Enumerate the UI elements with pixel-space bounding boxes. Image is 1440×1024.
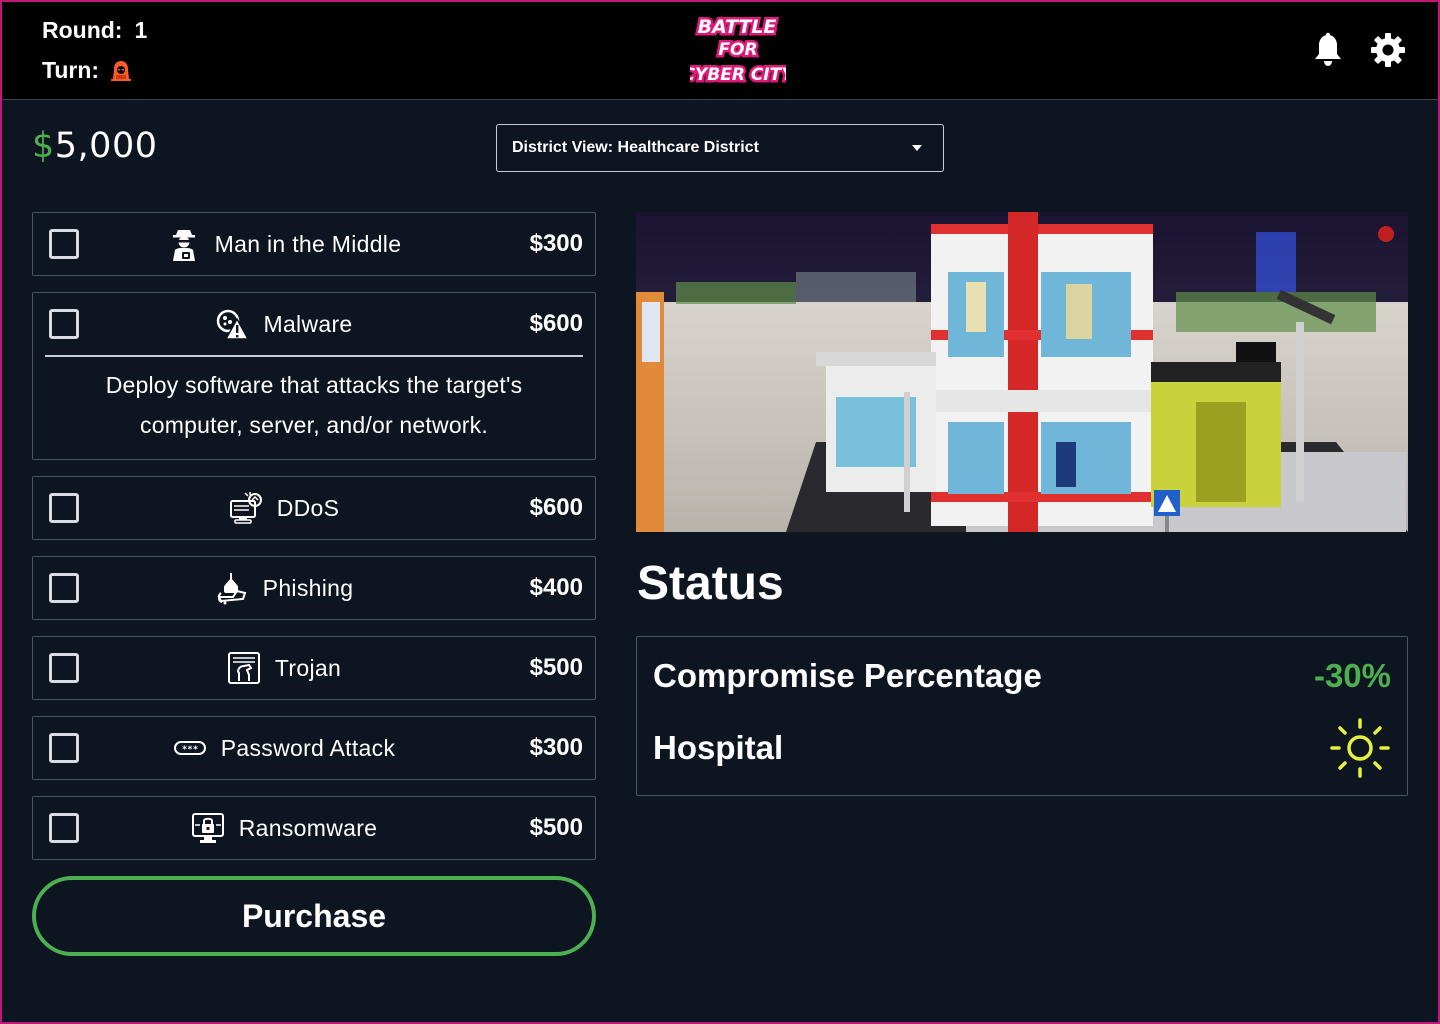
sun-icon [1330,718,1390,778]
chevron-down-icon [912,145,922,151]
attack-checkbox[interactable] [49,653,79,683]
attack-checkbox[interactable] [49,813,79,843]
attack-item-malware[interactable]: Malware $600 Deploy software that attack… [32,292,596,460]
bell-icon[interactable] [1311,32,1345,68]
turn-label: Turn: [42,57,100,83]
password-key-icon: *** [173,741,206,755]
attack-item-trojan[interactable]: Trojan $500 [32,636,596,700]
attack-item-password-attack[interactable]: *** Password Attack $300 [32,716,596,780]
attack-price: $300 [529,734,583,761]
attack-item-phishing[interactable]: Phishing $400 [32,556,596,620]
attack-checkbox[interactable] [49,733,79,763]
attack-name: DDoS [276,494,340,521]
compromise-label: Compromise Percentage [653,657,1042,694]
ddos-computer-icon [229,492,262,524]
attack-price: $500 [529,654,583,681]
top-bar: Round: 1 Turn: BATTLE BATTLE FOR FOR CYBE… [0,0,1440,100]
round-value: 1 [134,17,148,43]
attack-price: $600 [529,310,583,337]
attack-name: Phishing [262,574,354,601]
attack-checkbox[interactable] [49,229,79,259]
attack-description: Deploy software that attacks the target'… [105,372,523,438]
attack-name: Man in the Middle [214,230,402,257]
ransomware-lock-icon [191,813,224,843]
attack-name: Password Attack [220,734,396,761]
purchase-button[interactable]: Purchase [32,876,596,956]
attack-checkbox[interactable] [49,493,79,523]
district-photo [636,212,1408,532]
attack-item-ddos[interactable]: DDoS $600 [32,476,596,540]
logo-line-3: CYBER CITY [690,65,786,85]
spy-icon [172,230,195,261]
round-label: Round: [42,17,123,43]
svg-text:***: *** [182,745,198,755]
attack-price: $600 [529,494,583,521]
facility-label: Hospital [653,729,784,766]
attack-item-ransomware[interactable]: Ransomware $500 [32,796,596,860]
trojan-horse-icon [227,652,260,684]
hacker-icon [111,60,132,81]
compromise-value: -30% [1313,657,1391,694]
currency-symbol: $ [32,126,55,166]
status-heading: Status [637,557,784,610]
money-balance: $5,000 [32,126,157,166]
logo-line-1: BATTLE [698,16,777,38]
logo-line-2: FOR [718,40,757,60]
attack-checkbox[interactable] [49,309,79,339]
divider [45,355,583,357]
malware-warning-icon [217,309,250,340]
round-indicator: Round: 1 [42,17,147,44]
attack-checkbox[interactable] [49,573,79,603]
attack-price: $400 [529,574,583,601]
attack-name: Ransomware [238,814,378,841]
attack-name: Trojan [274,654,342,681]
battle-for-cyber-city-logo: BATTLE BATTLE FOR FOR CYBER CITY CYBER C… [690,14,786,88]
gear-icon[interactable] [1369,31,1407,69]
district-view-select[interactable]: District View: Healthcare District [496,124,944,172]
money-amount: 5,000 [54,126,158,166]
turn-indicator: Turn: [42,57,133,84]
attack-item-man-in-the-middle[interactable]: Man in the Middle $300 [32,212,596,276]
attack-price: $300 [529,230,583,257]
phishing-hook-icon [217,573,246,605]
status-panel: Compromise Percentage -30% Hospital [636,636,1408,796]
district-select-value: District View: Healthcare District [512,139,759,156]
attack-name: Malware [263,310,353,337]
attack-price: $500 [529,814,583,841]
